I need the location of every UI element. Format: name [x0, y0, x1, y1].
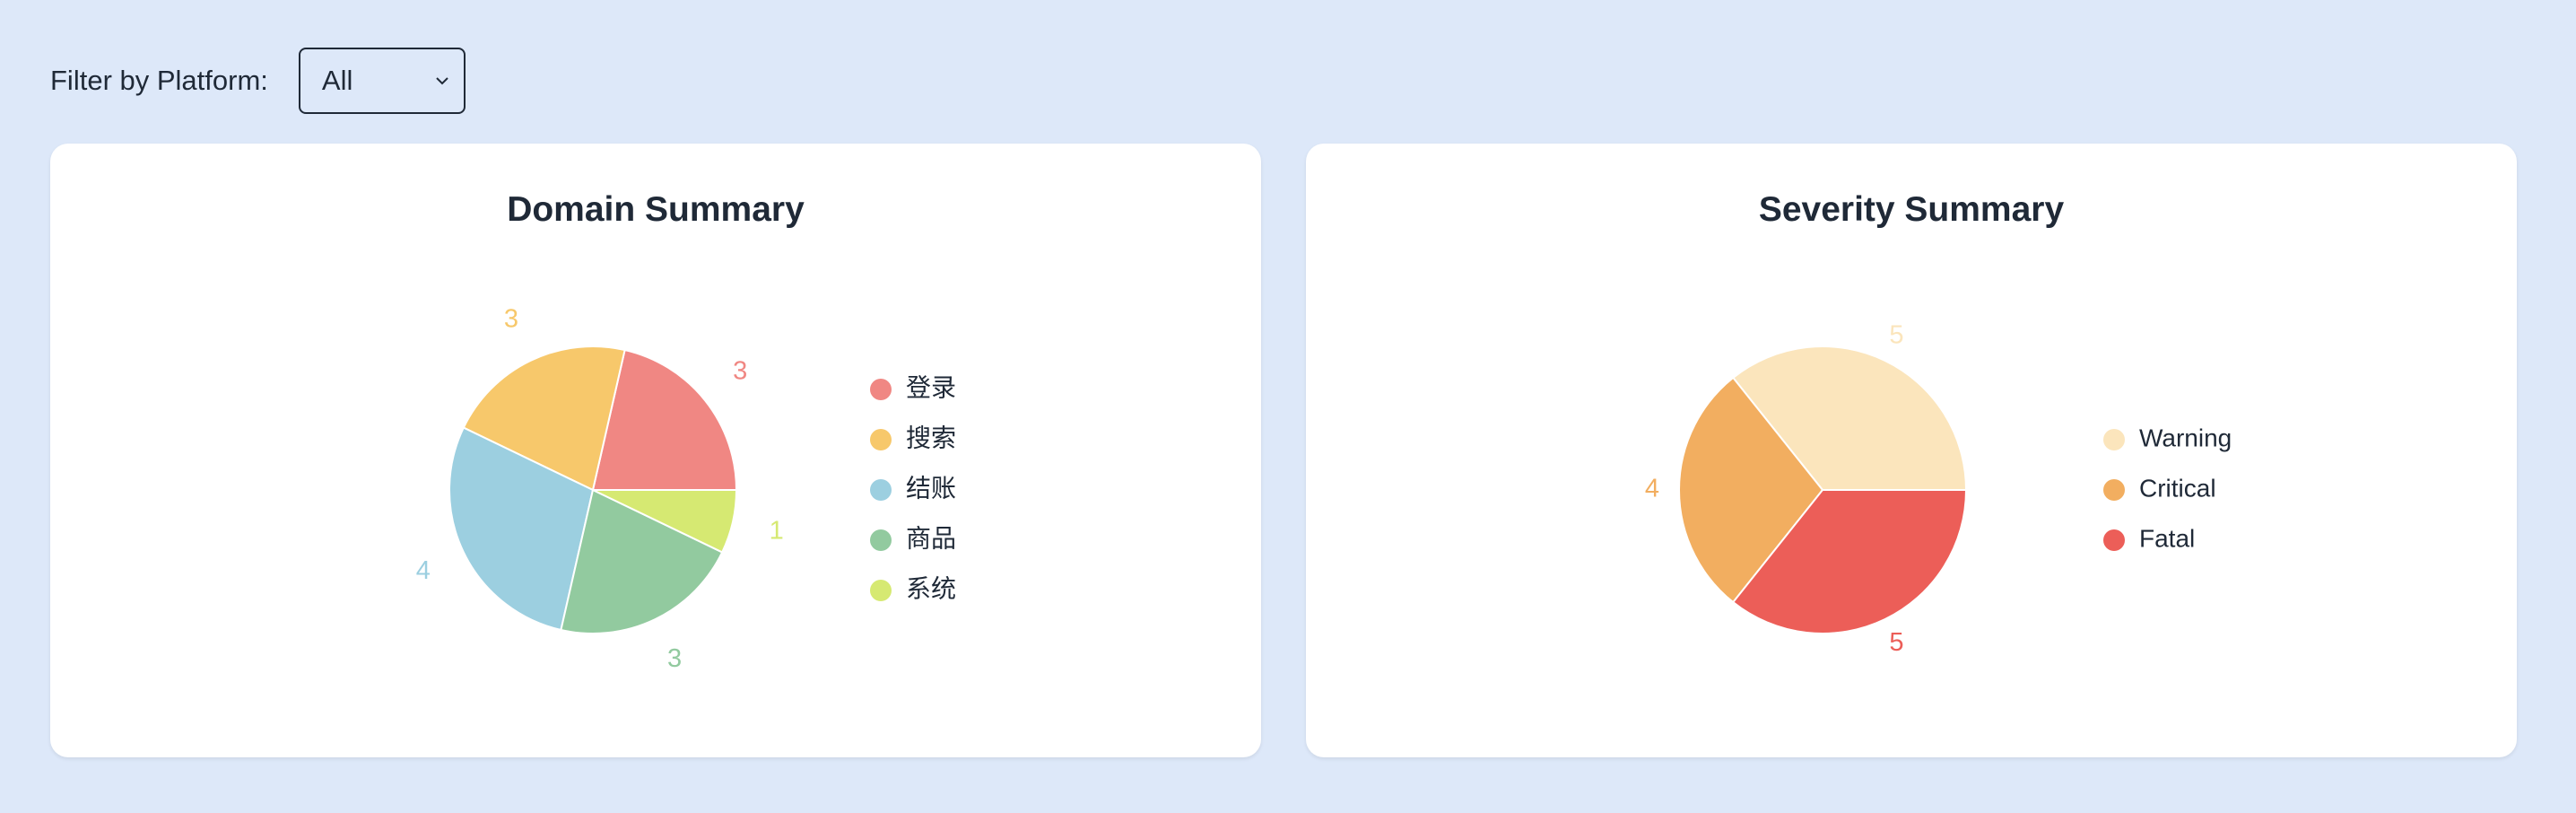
severity-value-label-1: 5 [1889, 320, 1903, 349]
filter-label: Filter by Platform: [50, 65, 268, 96]
filter-bar: Filter by Platform: All [50, 47, 466, 115]
severity-legend-item-1[interactable]: Warning [2103, 424, 2232, 451]
severity-legend-label-3: Fatal [2139, 524, 2195, 552]
domain-summary-chart: 3 3 4 3 1 登录搜索结账商品系统 [416, 304, 956, 673]
severity-value-label-2: 4 [1645, 475, 1659, 503]
severity-legend-swatch-3 [2103, 529, 2125, 551]
domain-legend-swatch-5 [870, 580, 892, 601]
domain-legend-item-2[interactable]: 搜索 [870, 424, 956, 451]
platform-select-value: All [321, 65, 353, 96]
domain-legend-label-1: 登录 [906, 373, 956, 401]
domain-legend-label-4: 商品 [906, 524, 956, 552]
domain-value-label-4: 3 [667, 644, 682, 673]
chevron-down-icon [435, 76, 449, 85]
severity-legend-swatch-2 [2103, 479, 2125, 501]
severity-legend-item-2[interactable]: Critical [2103, 474, 2216, 502]
severity-value-label-3: 5 [1889, 628, 1903, 657]
domain-legend-swatch-2 [870, 429, 892, 450]
severity-legend-label-1: Warning [2139, 424, 2232, 451]
domain-legend-swatch-3 [870, 479, 892, 501]
severity-legend-swatch-1 [2103, 429, 2125, 450]
domain-value-label-2: 3 [504, 304, 518, 333]
domain-value-label-3: 4 [416, 556, 431, 585]
domain-legend-label-2: 搜索 [906, 424, 956, 451]
severity-summary-card: Severity Summary 5 4 5 Warning Critical Fatal [1306, 144, 2517, 757]
domain-legend-item-4[interactable]: 商品 [870, 524, 956, 552]
severity-legend-label-2: Critical [2139, 474, 2216, 502]
domain-legend-item-3[interactable]: 结账 [870, 474, 956, 502]
domain-summary-card: Domain Summary 3 3 4 3 1 登录 搜索 结账 商品 系统 [50, 144, 1261, 757]
severity-summary-chart: 5 4 5 Warning Critical Fatal [1645, 320, 2232, 657]
domain-legend-swatch-4 [870, 529, 892, 551]
severity-legend-item-3[interactable]: Fatal [2103, 524, 2195, 552]
domain-legend-item-1[interactable]: 登录 [870, 373, 956, 401]
domain-value-label-5: 1 [770, 516, 784, 545]
domain-legend-label-3: 结账 [906, 474, 956, 502]
platform-select[interactable]: All [298, 48, 466, 114]
domain-legend-item-5[interactable]: 系统 [870, 574, 956, 602]
domain-value-label-1: 3 [733, 357, 747, 386]
domain-legend-swatch-1 [870, 379, 892, 400]
domain-legend-label-5: 系统 [906, 574, 956, 602]
